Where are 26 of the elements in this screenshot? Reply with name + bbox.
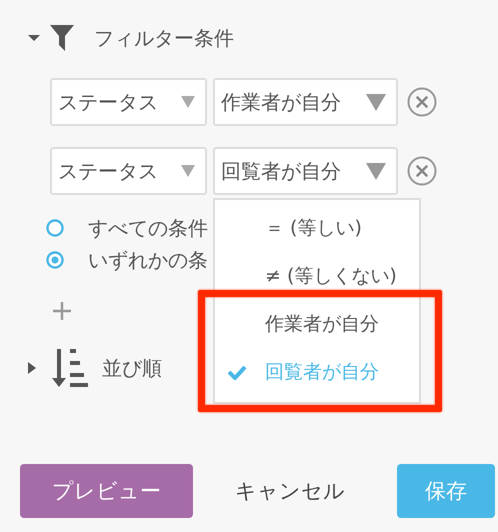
dropdown-arrow-icon	[181, 165, 195, 177]
field-select[interactable]: ステータス	[50, 147, 207, 195]
dropdown-option[interactable]: ≠ (等しくない)	[215, 252, 419, 300]
cancel-button[interactable]: キャンセル	[210, 464, 370, 518]
dropdown-option[interactable]: 作業者が自分	[215, 300, 419, 348]
operator-select[interactable]: 回覧者が自分	[213, 147, 398, 195]
radio-button[interactable]	[46, 219, 64, 237]
dropdown-arrow-icon	[181, 96, 195, 108]
caret-right-icon[interactable]	[26, 361, 38, 375]
clear-icon[interactable]	[407, 156, 437, 186]
section-title: フィルター条件	[94, 24, 234, 52]
radio-label: すべての条件	[88, 214, 208, 242]
radio-button[interactable]	[46, 251, 64, 269]
filter-icon	[50, 25, 74, 51]
preview-button[interactable]: プレビュー	[20, 464, 193, 518]
section-title: 並び順	[102, 354, 162, 382]
clear-icon[interactable]	[407, 87, 437, 117]
operator-select[interactable]: 作業者が自分	[213, 78, 398, 126]
add-icon[interactable]	[52, 301, 72, 321]
sort-icon	[50, 347, 88, 389]
dropdown-arrow-icon	[366, 162, 386, 180]
field-select[interactable]: ステータス	[50, 78, 207, 126]
radio-label: いずれかの条	[88, 246, 208, 274]
dropdown-option[interactable]: ＝ (等しい)	[215, 204, 419, 252]
dropdown-arrow-icon	[366, 94, 386, 110]
checkmark-icon	[227, 364, 247, 380]
